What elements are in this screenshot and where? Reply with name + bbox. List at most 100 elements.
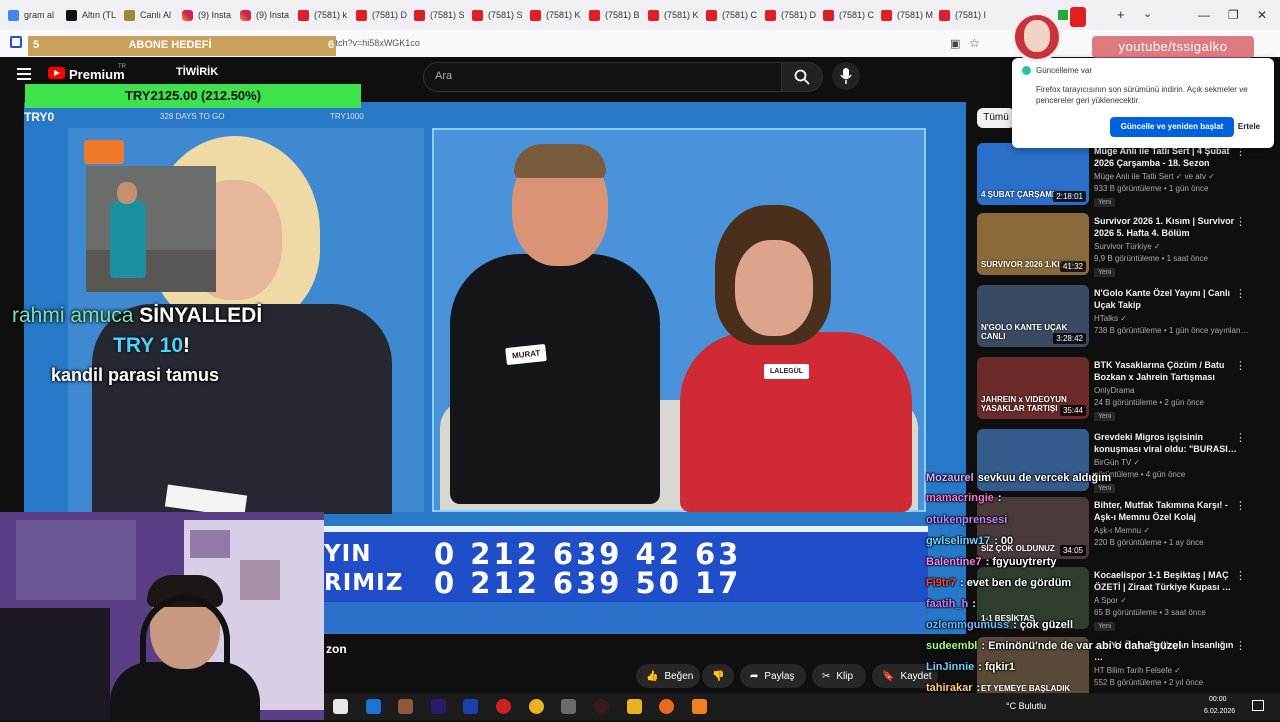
edge-icon[interactable] <box>366 699 381 714</box>
recommended-video[interactable]: 4 ŞUBAT ÇARŞAMBA 2:18:01 Müge Anlı ile Tat… <box>977 143 1277 209</box>
maximize-button[interactable]: ❐ <box>1228 8 1239 22</box>
chat-username: Balentine7 <box>926 556 982 568</box>
tab-favicon-icon <box>648 9 659 21</box>
video-title[interactable]: N'Golo Kante Özel Yayını | Canlı Uçak Ta… <box>1094 287 1244 311</box>
thumbs-down-icon: 👎 <box>712 670 725 682</box>
dropbox-icon[interactable] <box>463 699 478 714</box>
browser-tab[interactable]: (7581) D <box>356 0 410 30</box>
channel-name[interactable]: OnlyDrama <box>1094 386 1134 395</box>
sidebar-toggle-icon[interactable] <box>10 36 22 48</box>
channel-name[interactable]: BirGün TV ✓ <box>1094 458 1140 467</box>
more-options-icon[interactable]: ⋮ <box>1235 215 1246 228</box>
chrome-icon[interactable] <box>529 699 544 714</box>
weather-text[interactable]: °C Bulutlu <box>1006 701 1046 711</box>
reader-view-icon[interactable]: ▣ <box>950 37 960 50</box>
new-tab-button[interactable]: + <box>1117 7 1125 22</box>
firefox-icon[interactable] <box>659 699 674 714</box>
dislike-button[interactable]: 👎 <box>702 664 734 688</box>
browser-tab[interactable]: (7581) K <box>530 0 584 30</box>
video-thumbnail[interactable]: SURVIVOR 2026 1.KISIM 41:32 <box>977 213 1089 275</box>
close-window-button[interactable]: ✕ <box>1257 8 1267 22</box>
video-bottom-strip <box>324 602 928 632</box>
bookmark-star-icon[interactable]: ☆ <box>969 36 980 50</box>
tab-favicon-icon <box>124 9 135 21</box>
channel-name[interactable]: Müge Anlı ile Tatlı Sert ✓ ve atv ✓ <box>1094 172 1215 181</box>
more-options-icon[interactable]: ⋮ <box>1235 499 1246 512</box>
browser-tab[interactable]: (7581) S <box>472 0 526 30</box>
channel-name[interactable]: Survivor Türkiye ✓ <box>1094 242 1161 251</box>
obs-icon[interactable] <box>594 699 609 714</box>
file-explorer-icon[interactable] <box>333 699 348 714</box>
channel-name[interactable]: HTalks ✓ <box>1094 314 1127 323</box>
video-thumbnail[interactable]: SİZ ÇOK OLDUNUZ 34:05 <box>977 497 1089 559</box>
video-thumbnail[interactable]: N'GOLO KANTE UÇAK CANLI 3:28:42 <box>977 285 1089 347</box>
man-figure <box>450 254 660 504</box>
channel-name[interactable]: HT Bilim Tarih Felsefe ✓ <box>1094 666 1181 675</box>
recommended-video[interactable]: JAHREIN x VIDEOYUN YASAKLAR TARTIŞI 35:44… <box>977 357 1277 423</box>
minimize-button[interactable]: — <box>1198 8 1210 22</box>
recommended-video[interactable]: SİZ ÇOK OLDUNUZ 34:05 Bihter, Mutfak Takım… <box>977 497 1277 563</box>
video-title[interactable]: Kocaelispor 1-1 Beşiktaş | MAÇ ÖZETİ | Z… <box>1094 569 1244 593</box>
browser-tab[interactable]: (7581) C <box>823 0 877 30</box>
notification-icon[interactable] <box>1252 700 1264 711</box>
chat-username: Fi9tr7 <box>926 577 956 589</box>
video-title[interactable]: Müge Anlı ile Tatlı Sert | 4 Şubat 2026 … <box>1094 145 1244 169</box>
share-button[interactable]: ➦ Paylaş <box>740 664 806 688</box>
filter-chip-all[interactable]: Tümü <box>977 108 1015 128</box>
browser-tab[interactable]: (7581) B <box>589 0 643 30</box>
channel-name[interactable]: A Spor ✓ <box>1094 596 1127 605</box>
channel-name[interactable]: Aşk-ı Memnu ✓ <box>1094 526 1150 535</box>
browser-tab[interactable]: (7581) K <box>648 0 702 30</box>
donation-alert-line2: TRY 10! <box>113 334 190 358</box>
opera-icon[interactable] <box>496 699 511 714</box>
browser-tab[interactable]: (9) Insta <box>240 0 294 30</box>
chat-message: Mozaurel sevkuu de vercek aldığım <box>926 472 1111 484</box>
chat-username: sudeembl <box>926 640 978 652</box>
more-options-icon[interactable]: ⋮ <box>1235 359 1246 372</box>
recommended-video[interactable]: N'GOLO KANTE UÇAK CANLI 3:28:42 N'Golo Kan… <box>977 285 1277 351</box>
video-thumbnail[interactable]: 4 ŞUBAT ÇARŞAMBA 2:18:01 <box>977 143 1089 205</box>
recommended-video[interactable]: SURVIVOR 2026 1.KISIM 41:32 Survivor 2026 … <box>977 213 1277 279</box>
browser-tab[interactable]: (7581) M <box>881 0 935 30</box>
browser-tab[interactable]: (9) Insta <box>182 0 236 30</box>
premiere-icon[interactable] <box>431 699 446 714</box>
video-title[interactable]: Survivor 2026 1. Kısım | Survivor 2026 5… <box>1094 215 1244 239</box>
browser-tab[interactable]: (7581) k <box>298 0 352 30</box>
browser-tab[interactable]: (7581) S <box>414 0 468 30</box>
phone-number-2: 0 212 639 50 17 <box>434 566 742 600</box>
browser-tab[interactable]: (7581) I <box>939 0 993 30</box>
video-duration: 35:44 <box>1059 405 1086 416</box>
search-input[interactable]: Ara <box>423 62 783 92</box>
browser-tab[interactable]: Altın (TL <box>66 0 120 30</box>
video-title[interactable]: BTK Yasaklarına Çözüm / Batu Bozkan x Ja… <box>1094 359 1244 383</box>
more-options-icon[interactable]: ⋮ <box>1235 431 1246 444</box>
browser-tab[interactable]: (7581) C <box>706 0 760 30</box>
browser-tab[interactable]: Canlı Al <box>124 0 178 30</box>
more-options-icon[interactable]: ⋮ <box>1235 287 1246 300</box>
chat-username: Mozaurel <box>926 472 974 484</box>
minecraft-icon[interactable] <box>398 699 413 714</box>
clip-button[interactable]: ✂ Klip <box>812 664 866 688</box>
recommended-video[interactable]: Grevdeki Migros işçisinin konuşması vira… <box>977 429 1277 495</box>
update-later-button[interactable]: Ertele <box>1234 117 1264 137</box>
search-button[interactable] <box>781 62 823 92</box>
steam-icon[interactable] <box>561 699 576 714</box>
video-title[interactable]: Bihter, Mutfak Takımına Karşı! - Aşk-ı M… <box>1094 499 1244 523</box>
more-options-icon[interactable]: ⋮ <box>1235 639 1246 652</box>
browser-tab[interactable]: gram al <box>8 0 62 30</box>
voice-search-button[interactable] <box>832 62 860 90</box>
browser-tab[interactable]: (7581) D <box>765 0 819 30</box>
donor-name: rahmi amuca <box>12 304 134 327</box>
video-title[interactable]: Grevdeki Migros işçisinin konuşması vira… <box>1094 431 1244 455</box>
folder-icon[interactable] <box>627 699 642 714</box>
taskbar-time[interactable]: 00:00 <box>1209 696 1227 703</box>
tab-label: Canlı Al <box>140 10 172 20</box>
tab-list-chevron-icon[interactable]: ⌄ <box>1143 7 1152 20</box>
update-restart-button[interactable]: Güncelle ve yeniden başlat <box>1110 117 1234 137</box>
menu-icon[interactable] <box>17 68 31 80</box>
more-options-icon[interactable]: ⋮ <box>1235 569 1246 582</box>
video-thumbnail[interactable]: JAHREIN x VIDEOYUN YASAKLAR TARTIŞI 35:44 <box>977 357 1089 419</box>
vlc-icon[interactable] <box>692 699 707 714</box>
taskbar-date[interactable]: 6.02.2026 <box>1204 708 1235 715</box>
like-button[interactable]: 👍 Beğen <box>636 664 700 688</box>
